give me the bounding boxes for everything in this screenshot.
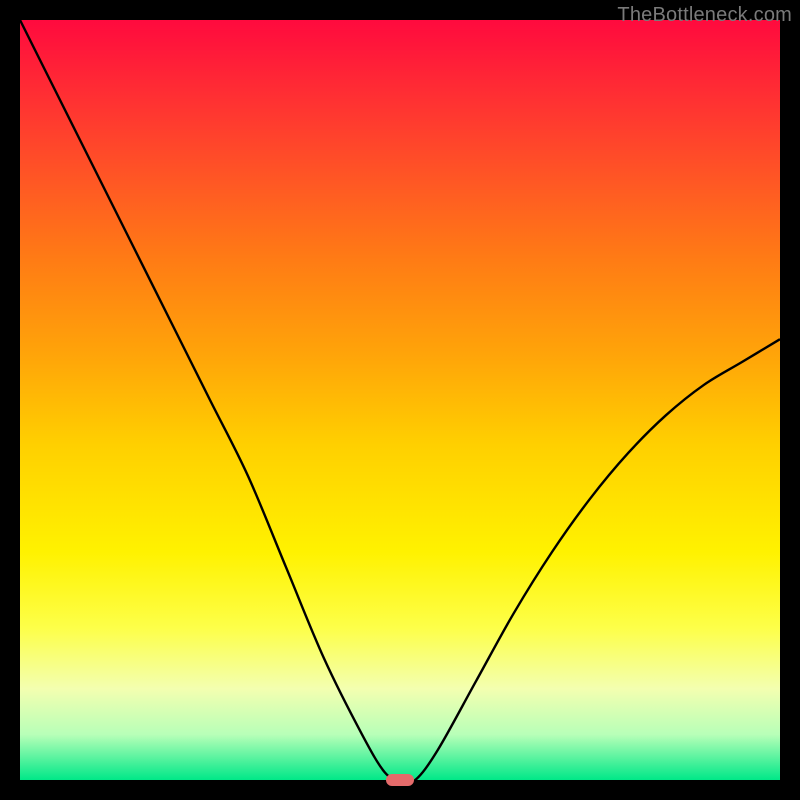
minimum-marker (386, 774, 414, 786)
watermark-text: TheBottleneck.com (617, 4, 792, 27)
curve-path (20, 20, 780, 780)
chart-frame: TheBottleneck.com (0, 0, 800, 800)
chart-plot-area (20, 20, 780, 780)
bottleneck-curve (20, 20, 780, 780)
